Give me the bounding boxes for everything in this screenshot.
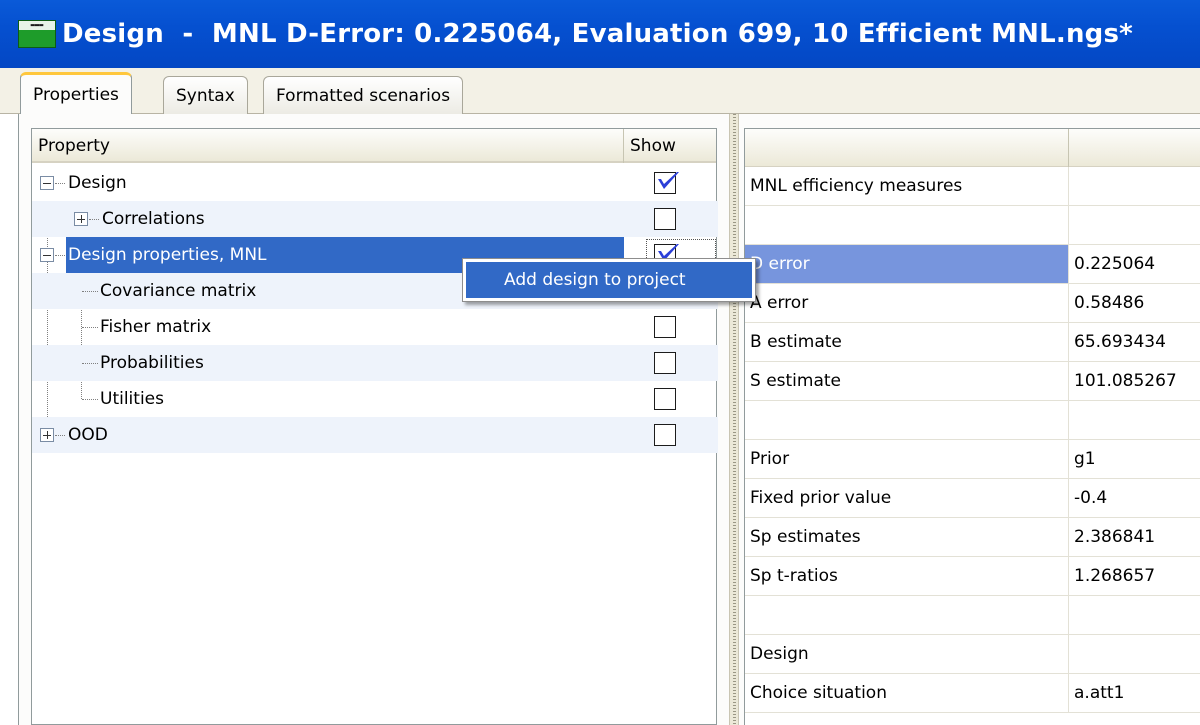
- tree-row-probabilities[interactable]: Probabilities: [32, 345, 718, 381]
- property-tree[interactable]: Property Show Design Correlations Design…: [31, 128, 718, 725]
- show-checkbox-fisher-matrix[interactable]: [654, 316, 676, 338]
- tree-row-utilities[interactable]: Utilities: [32, 381, 718, 417]
- tree-row-label: Probabilities: [100, 353, 204, 373]
- show-checkbox-probabilities[interactable]: [654, 352, 676, 374]
- tab-syntax[interactable]: Syntax: [163, 76, 248, 114]
- table-row[interactable]: Prior g1: [745, 440, 1200, 479]
- show-checkbox-design[interactable]: [654, 172, 679, 194]
- column-header-show[interactable]: Show: [624, 129, 718, 163]
- tree-row-fisher-matrix[interactable]: Fisher matrix: [32, 309, 718, 345]
- properties-panel: Property Show Design Correlations Design…: [18, 114, 1200, 725]
- table-row[interactable]: Fixed prior value -0.4: [745, 479, 1200, 518]
- collapse-icon[interactable]: [40, 176, 54, 190]
- tab-syntax-label: Syntax: [176, 85, 235, 106]
- app-icon[interactable]: ▬▬▬: [18, 20, 56, 48]
- tree-row-correlations[interactable]: Correlations: [32, 201, 718, 237]
- show-checkbox-utilities[interactable]: [654, 388, 676, 410]
- table-row[interactable]: Sp estimates 2.386841: [745, 518, 1200, 557]
- table-row[interactable]: S estimate 101.085267: [745, 362, 1200, 401]
- checkmark-icon: [658, 172, 679, 189]
- menu-item-add-design-to-project[interactable]: Add design to project: [466, 262, 752, 298]
- expand-icon[interactable]: [74, 212, 88, 226]
- table-row[interactable]: [745, 206, 1200, 245]
- tab-formatted-scenarios[interactable]: Formatted scenarios: [263, 76, 464, 114]
- tree-row-design[interactable]: Design: [32, 165, 718, 201]
- table-row[interactable]: A error 0.58486: [745, 284, 1200, 323]
- table-row[interactable]: [745, 401, 1200, 440]
- expand-icon[interactable]: [40, 428, 54, 442]
- tab-properties-label: Properties: [33, 85, 119, 105]
- window-title: Design - MNL D-Error: 0.225064, Evaluati…: [62, 19, 1133, 49]
- tree-row-label: Covariance matrix: [100, 281, 257, 301]
- tree-row-label: Design: [68, 173, 127, 193]
- show-checkbox-correlations[interactable]: [654, 208, 676, 230]
- table-row[interactable]: D error 0.225064: [745, 245, 1200, 284]
- results-column-header-1[interactable]: [745, 129, 1069, 167]
- tab-formatted-scenarios-label: Formatted scenarios: [276, 85, 451, 106]
- tree-row-label: OOD: [68, 425, 108, 445]
- tree-row-label: Design properties, MNL: [68, 245, 267, 265]
- title-bar[interactable]: ▬▬▬ Design - MNL D-Error: 0.225064, Eval…: [0, 0, 1200, 68]
- results-grid[interactable]: MNL efficiency measures D error 0.225064…: [744, 128, 1200, 725]
- tab-strip: Properties Syntax Formatted scenarios: [0, 68, 1200, 115]
- show-checkbox-ood[interactable]: [654, 424, 676, 446]
- tree-row-ood[interactable]: OOD: [32, 417, 718, 453]
- table-row[interactable]: B estimate 65.693434: [745, 323, 1200, 362]
- collapse-icon[interactable]: [40, 248, 54, 262]
- tree-row-label: Utilities: [100, 389, 164, 409]
- tree-header: Property Show: [32, 129, 716, 163]
- table-row[interactable]: MNL efficiency measures: [745, 167, 1200, 206]
- splitter-handle[interactable]: [729, 114, 739, 725]
- table-row[interactable]: Sp t-ratios 1.268657: [745, 557, 1200, 596]
- results-header: [745, 129, 1200, 167]
- table-row[interactable]: Choice situation a.att1: [745, 674, 1200, 713]
- tab-properties[interactable]: Properties: [20, 72, 132, 115]
- tree-row-label: Correlations: [102, 209, 205, 229]
- table-row[interactable]: [745, 596, 1200, 635]
- tree-row-label: Fisher matrix: [100, 317, 212, 337]
- context-menu: Add design to project: [462, 258, 756, 302]
- column-header-property[interactable]: Property: [32, 129, 624, 163]
- table-row[interactable]: Design: [745, 635, 1200, 674]
